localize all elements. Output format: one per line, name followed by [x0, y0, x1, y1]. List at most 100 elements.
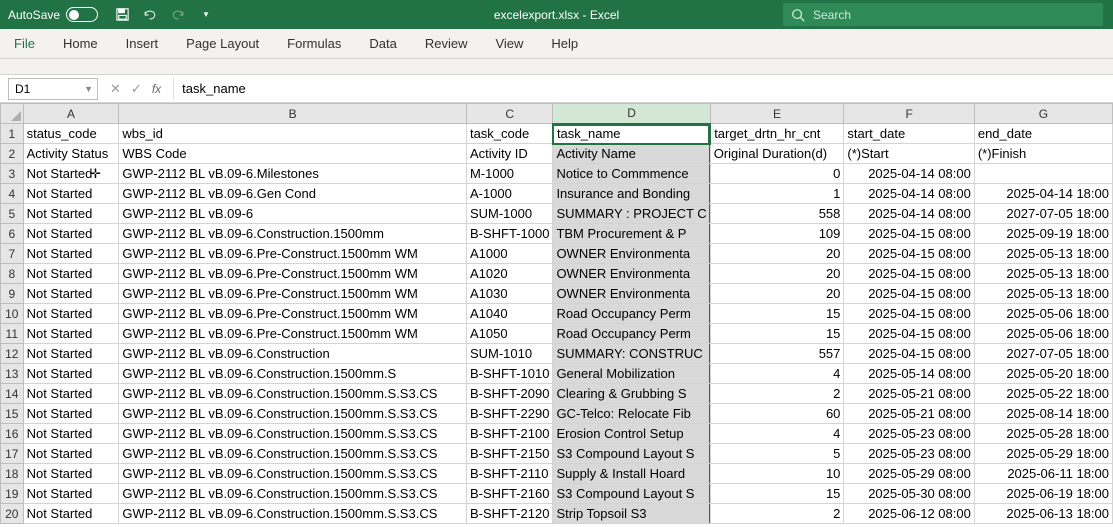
select-all-corner[interactable] — [1, 104, 24, 124]
cell[interactable]: WBS Code — [119, 144, 467, 164]
save-icon[interactable] — [114, 7, 130, 23]
cell[interactable]: Not Started — [23, 464, 119, 484]
cell[interactable]: GWP-2112 BL vB.09-6.Construction.1500mm.… — [119, 404, 467, 424]
cell[interactable]: GWP-2112 BL vB.09-6.Construction.1500mm.… — [119, 424, 467, 444]
col-header-D[interactable]: D — [553, 104, 710, 124]
cell[interactable]: Not Started — [23, 384, 119, 404]
cell[interactable]: OWNER Environmenta — [553, 284, 710, 304]
cell[interactable]: 2025-05-20 18:00 — [974, 364, 1112, 384]
cell[interactable]: 2025-05-21 08:00 — [844, 404, 974, 424]
tab-formulas[interactable]: Formulas — [273, 29, 355, 58]
row-header[interactable]: 7 — [1, 244, 24, 264]
cell[interactable]: B-SHFT-2150 — [466, 444, 552, 464]
cell[interactable]: Not Started — [23, 404, 119, 424]
cell[interactable]: Not Started — [23, 364, 119, 384]
cell[interactable]: 20 — [710, 264, 844, 284]
row-header[interactable]: 2 — [1, 144, 24, 164]
cell[interactable]: 2025-04-15 08:00 — [844, 244, 974, 264]
cell[interactable]: wbs_id — [119, 124, 467, 144]
cell[interactable]: GWP-2112 BL vB.09-6.Construction.1500mm.… — [119, 384, 467, 404]
cell[interactable]: 2025-04-15 08:00 — [844, 304, 974, 324]
cell[interactable]: A1020 — [466, 264, 552, 284]
cell[interactable]: GWP-2112 BL vB.09-6.Pre-Construct.1500mm… — [119, 304, 467, 324]
row-header[interactable]: 11 — [1, 324, 24, 344]
cell[interactable]: TBM Procurement & P — [553, 224, 710, 244]
cell[interactable]: Not Started — [23, 344, 119, 364]
tab-data[interactable]: Data — [355, 29, 410, 58]
cell[interactable]: target_drtn_hr_cnt — [710, 124, 844, 144]
cell[interactable] — [974, 164, 1112, 184]
cell[interactable]: end_date — [974, 124, 1112, 144]
cell[interactable]: 20 — [710, 284, 844, 304]
spreadsheet-grid[interactable]: ABCDEFG1status_codewbs_idtask_codetask_n… — [0, 103, 1113, 524]
row-header[interactable]: 3 — [1, 164, 24, 184]
cell[interactable]: 2 — [710, 384, 844, 404]
cell[interactable]: 2025-05-21 08:00 — [844, 384, 974, 404]
cell[interactable]: 2025-05-23 08:00 — [844, 444, 974, 464]
row-header[interactable]: 17 — [1, 444, 24, 464]
cell[interactable]: 2025-06-13 18:00 — [974, 504, 1112, 524]
cell[interactable]: A1050 — [466, 324, 552, 344]
cell[interactable]: SUM-1010 — [466, 344, 552, 364]
cell[interactable]: 2025-06-12 08:00 — [844, 504, 974, 524]
tab-home[interactable]: Home — [49, 29, 112, 58]
row-header[interactable]: 10 — [1, 304, 24, 324]
cell[interactable]: B-SHFT-2160 — [466, 484, 552, 504]
fx-icon[interactable]: fx — [152, 82, 161, 96]
cell[interactable]: 2027-07-05 18:00 — [974, 204, 1112, 224]
cell[interactable]: Not Started — [23, 224, 119, 244]
row-header[interactable]: 9 — [1, 284, 24, 304]
cell[interactable]: B-SHFT-1010 — [466, 364, 552, 384]
cell[interactable]: Not Started — [23, 304, 119, 324]
formula-input[interactable]: task_name — [173, 78, 1113, 100]
cell[interactable]: 2025-05-14 08:00 — [844, 364, 974, 384]
cell[interactable]: Not Started — [23, 504, 119, 524]
row-header[interactable]: 13 — [1, 364, 24, 384]
col-header-G[interactable]: G — [974, 104, 1112, 124]
cell[interactable]: task_name — [553, 124, 710, 144]
cell[interactable]: 15 — [710, 304, 844, 324]
cell[interactable]: 0 — [710, 164, 844, 184]
cell[interactable]: Not Started — [23, 204, 119, 224]
cell[interactable]: S3 Compound Layout S — [553, 484, 710, 504]
cell[interactable]: SUM-1000 — [466, 204, 552, 224]
cell[interactable]: 2025-08-14 18:00 — [974, 404, 1112, 424]
cell[interactable]: OWNER Environmenta — [553, 244, 710, 264]
tab-review[interactable]: Review — [411, 29, 482, 58]
row-header[interactable]: 16 — [1, 424, 24, 444]
cell[interactable]: 15 — [710, 324, 844, 344]
cell[interactable]: 2025-04-14 08:00 — [844, 184, 974, 204]
cell[interactable]: GWP-2112 BL vB.09-6.Milestones — [119, 164, 467, 184]
cell[interactable]: GWP-2112 BL vB.09-6.Pre-Construct.1500mm… — [119, 284, 467, 304]
col-header-B[interactable]: B — [119, 104, 467, 124]
cell[interactable]: Erosion Control Setup — [553, 424, 710, 444]
cell[interactable]: 2025-04-15 08:00 — [844, 224, 974, 244]
cell[interactable]: GWP-2112 BL vB.09-6.Gen Cond — [119, 184, 467, 204]
cell[interactable]: Not Started — [23, 164, 119, 184]
cell[interactable]: 2025-06-11 18:00 — [974, 464, 1112, 484]
row-header[interactable]: 1 — [1, 124, 24, 144]
cell[interactable]: B-SHFT-2100 — [466, 424, 552, 444]
cell[interactable]: 2025-05-29 08:00 — [844, 464, 974, 484]
cell[interactable]: 2025-05-23 08:00 — [844, 424, 974, 444]
cell[interactable]: B-SHFT-2090 — [466, 384, 552, 404]
cell[interactable]: GWP-2112 BL vB.09-6.Pre-Construct.1500mm… — [119, 324, 467, 344]
cell[interactable]: 2025-06-19 18:00 — [974, 484, 1112, 504]
row-header[interactable]: 4 — [1, 184, 24, 204]
cell[interactable]: A1000 — [466, 244, 552, 264]
cell[interactable]: Not Started — [23, 264, 119, 284]
tab-page-layout[interactable]: Page Layout — [172, 29, 273, 58]
cell[interactable]: 2025-04-15 08:00 — [844, 344, 974, 364]
col-header-F[interactable]: F — [844, 104, 974, 124]
cell[interactable]: OWNER Environmenta — [553, 264, 710, 284]
cell[interactable]: A1030 — [466, 284, 552, 304]
cell[interactable]: Activity ID — [466, 144, 552, 164]
cell[interactable]: (*)Start — [844, 144, 974, 164]
cell[interactable]: B-SHFT-1000 — [466, 224, 552, 244]
qat-customize-icon[interactable]: ▾ — [198, 7, 214, 23]
row-header[interactable]: 19 — [1, 484, 24, 504]
cancel-icon[interactable]: ✕ — [110, 81, 121, 97]
grid-area[interactable]: ABCDEFG1status_codewbs_idtask_codetask_n… — [0, 103, 1113, 524]
cell[interactable]: 558 — [710, 204, 844, 224]
row-header[interactable]: 15 — [1, 404, 24, 424]
